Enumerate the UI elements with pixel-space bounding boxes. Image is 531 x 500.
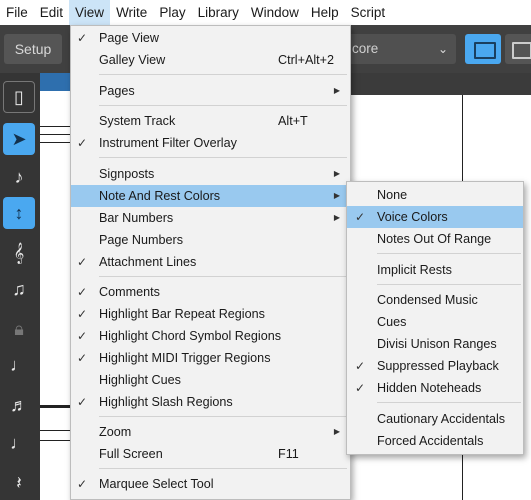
submenu-item-implicit-rests[interactable]: Implicit Rests — [347, 259, 523, 281]
rhythm-dot-icon[interactable]: ♬ — [3, 389, 35, 421]
menu-item-highlight-chord-symbol-regions[interactable]: ✓ Highlight Chord Symbol Regions — [71, 325, 350, 347]
note-input-toolbox: ▯ ➤ ♪ ↕ 𝄞 ♫ 🔒︎ ♩ ♬ ♩ 𝄽 — [0, 73, 40, 500]
menu-separator — [99, 276, 347, 277]
menu-separator — [99, 74, 347, 75]
menu-item-system-track[interactable]: System Track Alt+T — [71, 110, 350, 132]
check-icon: ✓ — [77, 31, 88, 45]
menu-item-comments[interactable]: ✓ Comments — [71, 281, 350, 303]
check-icon: ✓ — [355, 210, 366, 224]
check-icon: ✓ — [77, 136, 88, 150]
submenu-item-condensed-music[interactable]: Condensed Music — [347, 289, 523, 311]
submenu-item-forced-accidentals[interactable]: Forced Accidentals — [347, 430, 523, 452]
menu-script[interactable]: Script — [345, 0, 392, 25]
check-icon: ✓ — [355, 381, 366, 395]
menu-item-galley-view[interactable]: Galley View Ctrl+Alt+2 — [71, 49, 350, 71]
menu-item-note-and-rest-colors[interactable]: Note And Rest Colors ▶ — [71, 185, 350, 207]
select-tool-icon[interactable]: ➤ — [3, 123, 35, 155]
tuplet-icon[interactable]: ♫ — [3, 273, 35, 305]
menu-item-bar-numbers[interactable]: Bar Numbers ▶ — [71, 207, 350, 229]
score-tab[interactable] — [40, 73, 72, 91]
chord-icon[interactable]: 𝄞 — [3, 237, 35, 269]
staff-line — [40, 440, 72, 441]
check-icon: ✓ — [77, 285, 88, 299]
rest-icon[interactable]: 𝄽 — [3, 467, 35, 499]
menu-item-full-screen[interactable]: Full Screen F11 — [71, 443, 350, 465]
menu-item-page-numbers[interactable]: Page Numbers — [71, 229, 350, 251]
menu-item-marquee-select-tool[interactable]: ✓ Marquee Select Tool — [71, 473, 350, 495]
check-icon: ✓ — [77, 255, 88, 269]
staff-line — [40, 126, 72, 127]
menu-view[interactable]: View — [69, 0, 111, 25]
submenu-item-suppressed-playback[interactable]: ✓ Suppressed Playback — [347, 355, 523, 377]
duration-icon[interactable]: ♩ — [3, 427, 35, 459]
menu-window[interactable]: Window — [245, 0, 305, 25]
submenu-item-cues[interactable]: Cues — [347, 311, 523, 333]
grace-note-icon[interactable]: ♩ — [3, 349, 35, 381]
staff-line — [40, 134, 72, 135]
menu-item-highlight-slash-regions[interactable]: ✓ Highlight Slash Regions — [71, 391, 350, 413]
menu-item-signposts[interactable]: Signposts ▶ — [71, 163, 350, 185]
menubar: File Edit View Write Play Library Window… — [0, 0, 531, 25]
check-icon: ✓ — [77, 329, 88, 343]
layout-selector-label: core — [352, 41, 379, 56]
submenu-item-voice-colors[interactable]: ✓ Voice Colors — [347, 206, 523, 228]
menu-separator — [377, 402, 521, 403]
menu-item-attachment-lines[interactable]: ✓ Attachment Lines — [71, 251, 350, 273]
menu-play[interactable]: Play — [153, 0, 191, 25]
submenu-arrow-icon: ▶ — [333, 169, 340, 178]
menu-separator — [99, 157, 347, 158]
submenu-item-none[interactable]: None — [347, 184, 523, 206]
note-input-icon[interactable]: ♪ — [3, 161, 35, 193]
submenu-arrow-icon: ▶ — [333, 191, 340, 200]
menu-item-page-view[interactable]: ✓ Page View — [71, 27, 350, 49]
menu-item-highlight-cues[interactable]: Highlight Cues — [71, 369, 350, 391]
galley-view-toggle-icon[interactable] — [505, 34, 531, 64]
menu-edit[interactable]: Edit — [34, 0, 69, 25]
menu-write[interactable]: Write — [110, 0, 153, 25]
check-icon: ✓ — [77, 351, 88, 365]
submenu-arrow-icon: ▶ — [333, 86, 340, 95]
menu-item-zoom[interactable]: Zoom ▶ — [71, 421, 350, 443]
chevron-down-icon: ⌄ — [437, 42, 448, 56]
submenu-item-cautionary-accidentals[interactable]: Cautionary Accidentals — [347, 408, 523, 430]
menu-separator — [99, 105, 347, 106]
menu-item-pages[interactable]: Pages ▶ — [71, 80, 350, 102]
score-background — [350, 73, 531, 95]
menu-file[interactable]: File — [0, 0, 34, 25]
staff-line — [40, 142, 72, 143]
check-icon: ✓ — [77, 395, 88, 409]
menu-separator — [99, 416, 347, 417]
page-view-toggle-icon[interactable] — [465, 34, 501, 64]
insert-mode-icon[interactable]: ↕ — [3, 197, 35, 229]
submenu-item-notes-out-of-range[interactable]: Notes Out Of Range — [347, 228, 523, 250]
menu-separator — [377, 253, 521, 254]
view-menu: ✓ Page View Galley View Ctrl+Alt+2 Pages ▶ … — [70, 25, 351, 500]
staff-line — [40, 430, 72, 431]
note-and-rest-colors-submenu: None ✓ Voice Colors Notes Out Of Range Im… — [346, 181, 524, 455]
menu-help[interactable]: Help — [305, 0, 345, 25]
lock-icon[interactable]: 🔒︎ — [3, 313, 35, 345]
setup-mode-button[interactable]: Setup — [4, 34, 62, 64]
panel-toggle-icon[interactable]: ▯ — [3, 81, 35, 113]
menu-item-highlight-midi-trigger-regions[interactable]: ✓ Highlight MIDI Trigger Regions — [71, 347, 350, 369]
menu-item-instrument-filter-overlay[interactable]: ✓ Instrument Filter Overlay — [71, 132, 350, 154]
submenu-item-hidden-noteheads[interactable]: ✓ Hidden Noteheads — [347, 377, 523, 399]
check-icon: ✓ — [77, 307, 88, 321]
submenu-arrow-icon: ▶ — [333, 213, 340, 222]
check-icon: ✓ — [355, 359, 366, 373]
menu-item-highlight-bar-repeat-regions[interactable]: ✓ Highlight Bar Repeat Regions — [71, 303, 350, 325]
check-icon: ✓ — [77, 477, 88, 491]
menu-separator — [99, 468, 347, 469]
submenu-arrow-icon: ▶ — [333, 427, 340, 436]
staff-line — [40, 405, 72, 408]
menu-separator — [377, 284, 521, 285]
menu-library[interactable]: Library — [192, 0, 245, 25]
submenu-item-divisi-unison-ranges[interactable]: Divisi Unison Ranges — [347, 333, 523, 355]
score-page-left[interactable] — [40, 73, 72, 500]
